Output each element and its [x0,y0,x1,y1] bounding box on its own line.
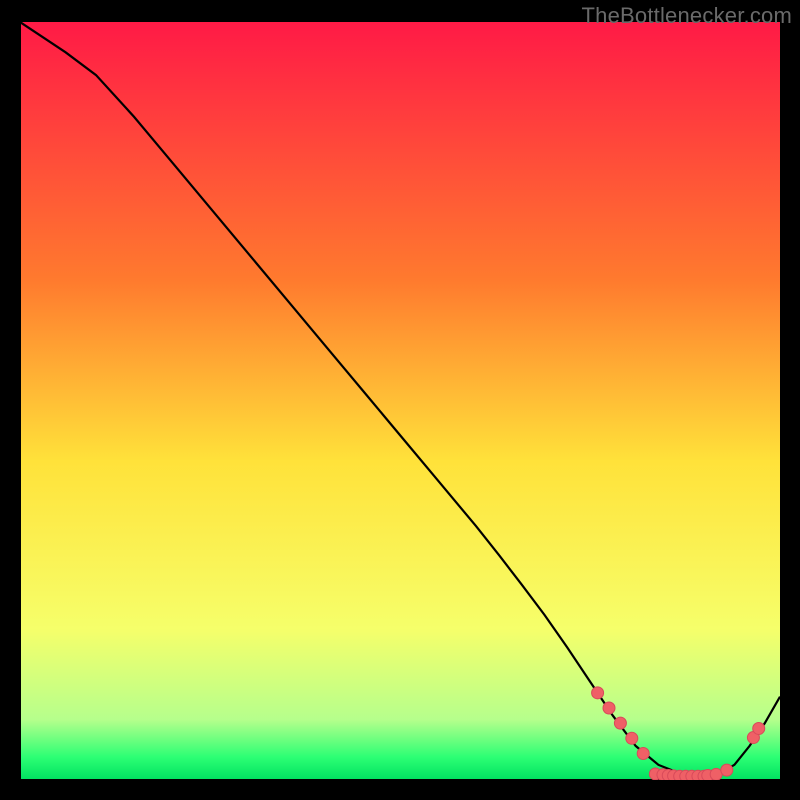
watermark-text: TheBottlenecker.com [582,3,792,29]
chart-svg [20,22,780,780]
data-marker [721,764,733,776]
chart-root: TheBottlenecker.com [0,0,800,800]
data-marker [753,722,765,734]
plot-area [20,22,780,780]
data-marker [592,687,604,699]
data-marker [637,747,649,759]
data-marker [614,717,626,729]
data-marker [626,732,638,744]
data-marker [603,702,615,714]
gradient-background [20,22,780,780]
